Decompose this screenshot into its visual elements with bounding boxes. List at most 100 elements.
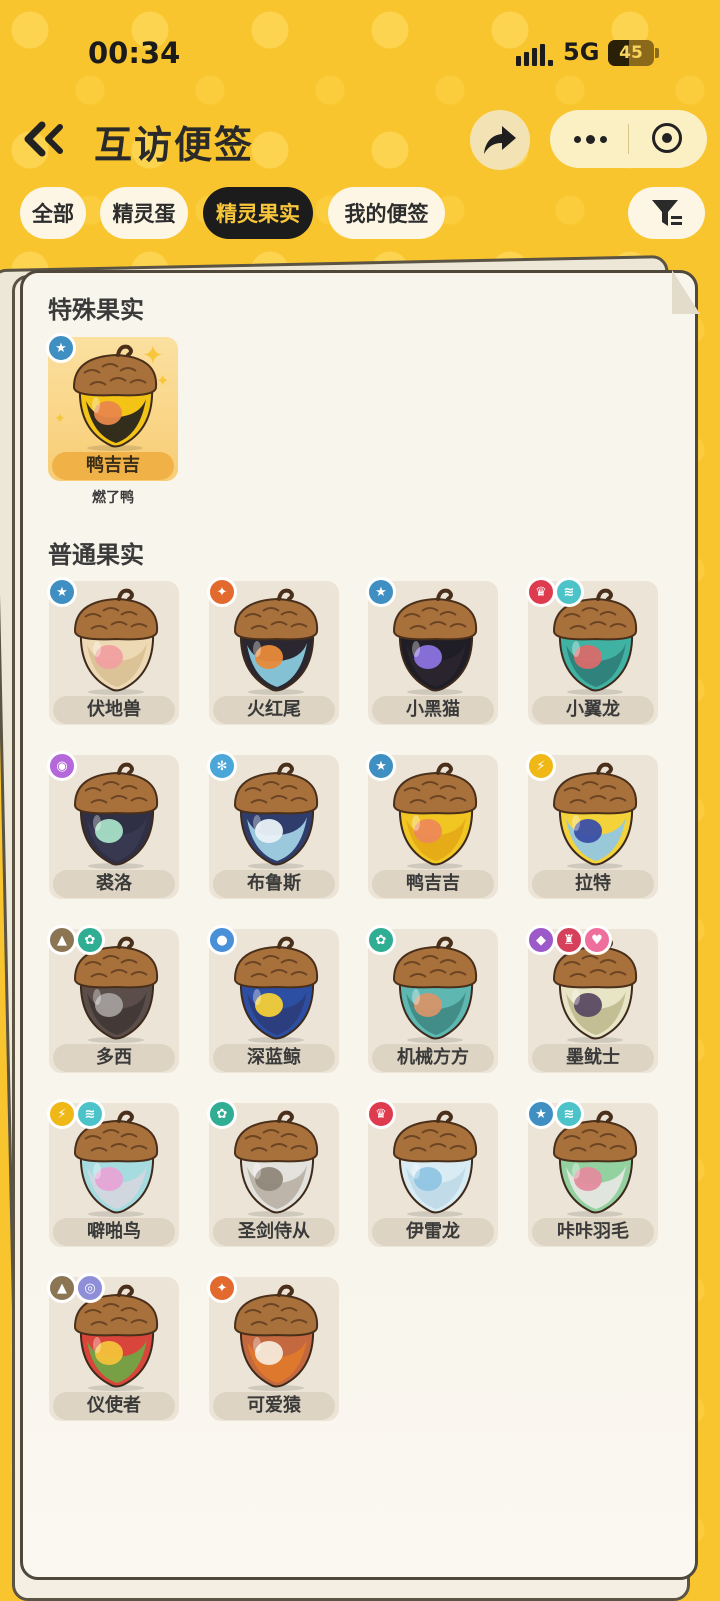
fruit-name: 圣剑侍从 xyxy=(213,1218,335,1246)
fruit-name: 鸭吉吉 xyxy=(52,452,174,480)
special-fruit-heading: 特殊果实 xyxy=(48,296,144,324)
filter-button[interactable] xyxy=(628,187,705,239)
signal-icon xyxy=(516,44,553,66)
type-badges: ◆ ♜ ♥ xyxy=(526,925,612,955)
demon-icon: ♜ xyxy=(554,925,584,955)
fruit-name: 墨鱿士 xyxy=(532,1044,654,1072)
type-badges: ● xyxy=(207,925,237,955)
type-badges: ★ xyxy=(366,751,396,781)
fruit-name: 鸭吉吉 xyxy=(372,870,494,898)
double-chevron-left-icon xyxy=(24,121,63,157)
tab-spirit-fruit[interactable]: 精灵果实 xyxy=(203,187,313,239)
miniprogram-capsule xyxy=(550,110,707,168)
fruit-card[interactable]: ✦ ✦ ✦ ★ 鸭吉吉 xyxy=(46,333,178,481)
dot-icon xyxy=(585,134,595,144)
type-badges: ▲ ✿ xyxy=(47,925,105,955)
gear-leaf-icon: ✿ xyxy=(75,925,105,955)
fruit-name: 机械方方 xyxy=(372,1044,494,1072)
share-button[interactable] xyxy=(470,110,530,170)
fruit-name: 小黑猫 xyxy=(372,696,494,724)
acorn-fruit-icon xyxy=(233,762,319,869)
flame-icon: ✦ xyxy=(207,577,237,607)
back-button[interactable] xyxy=(20,115,68,163)
close-miniprogram-button[interactable] xyxy=(652,123,682,153)
acorn-fruit-icon xyxy=(392,762,478,869)
gear-leaf-icon: ✿ xyxy=(207,1099,237,1129)
fruit-card[interactable]: ★ 鸭吉吉 xyxy=(366,751,498,899)
tab-my-notes[interactable]: 我的便签 xyxy=(328,187,445,239)
fruit-card[interactable]: ★ 小黑猫 xyxy=(366,577,498,725)
fruit-card[interactable]: ⚡ 拉特 xyxy=(526,751,658,899)
type-badges: ✻ xyxy=(207,751,237,781)
star-icon: ★ xyxy=(366,577,396,607)
tab-spirit-egg[interactable]: 精灵蛋 xyxy=(100,187,188,239)
type-badges: ⚡ xyxy=(526,751,556,781)
acorn-fruit-icon xyxy=(73,762,159,869)
star-icon: ★ xyxy=(47,577,77,607)
lightning-icon: ⚡ xyxy=(526,751,556,781)
fruit-card[interactable]: ◆ ♜ ♥ 墨鱿士 xyxy=(526,925,658,1073)
type-badges: ✿ xyxy=(366,925,396,955)
type-badges: ★ xyxy=(46,333,76,363)
fruit-name: 可爱猿 xyxy=(213,1392,335,1420)
type-badges: ★ ≋ xyxy=(526,1099,584,1129)
fruit-card[interactable]: ✦ 可爱猿 xyxy=(207,1273,339,1421)
wing-icon: ≋ xyxy=(554,577,584,607)
star-icon: ★ xyxy=(526,1099,556,1129)
acorn-fruit-icon xyxy=(392,1110,478,1217)
type-badges: ★ xyxy=(366,577,396,607)
dragon-icon: ♛ xyxy=(526,577,556,607)
more-options-button[interactable] xyxy=(568,124,612,154)
acorn-fruit-icon xyxy=(233,1110,319,1217)
battery-tip xyxy=(655,48,659,58)
fruit-name: 拉特 xyxy=(532,870,654,898)
fruit-name: 裘洛 xyxy=(53,870,175,898)
wing-icon: ≋ xyxy=(75,1099,105,1129)
share-arrow-icon xyxy=(484,126,516,154)
droplet-icon: ● xyxy=(207,925,237,955)
fruit-name: 深蓝鲸 xyxy=(213,1044,335,1072)
mountain-icon: ▲ xyxy=(47,925,77,955)
fruit-name: 伊雷龙 xyxy=(372,1218,494,1246)
fruit-name: 小翼龙 xyxy=(532,696,654,724)
fruit-card[interactable]: ▲ ◎ 仪使者 xyxy=(47,1273,179,1421)
page-title: 互访便签 xyxy=(94,123,255,167)
normal-fruit-heading: 普通果实 xyxy=(48,541,144,569)
fruit-name: 火红尾 xyxy=(213,696,335,724)
fruit-card[interactable]: ★ ≋ 咔咔羽毛 xyxy=(526,1099,658,1247)
lightning-icon: ⚡ xyxy=(47,1099,77,1129)
star-icon: ★ xyxy=(46,333,76,363)
ghost-icon: ◆ xyxy=(526,925,556,955)
fruit-card[interactable]: ⚡ ≋ 噼啪鸟 xyxy=(47,1099,179,1247)
fruit-name: 伏地兽 xyxy=(53,696,175,724)
acorn-fruit-icon xyxy=(72,344,158,451)
acorn-fruit-icon xyxy=(233,588,319,695)
star-icon: ★ xyxy=(366,751,396,781)
fruit-card[interactable]: ★ 伏地兽 xyxy=(47,577,179,725)
dragon-icon: ♛ xyxy=(366,1099,396,1129)
spiral-icon: ◎ xyxy=(75,1273,105,1303)
type-badges: ◉ xyxy=(47,751,77,781)
type-badges: ⚡ ≋ xyxy=(47,1099,105,1129)
acorn-fruit-icon xyxy=(233,1284,319,1391)
type-badges: ✿ xyxy=(207,1099,237,1129)
fruit-card[interactable]: ● 深蓝鲸 xyxy=(207,925,339,1073)
gear-leaf-icon: ✿ xyxy=(366,925,396,955)
fruit-card[interactable]: ✿ 机械方方 xyxy=(366,925,498,1073)
fruit-card[interactable]: ✦ 火红尾 xyxy=(207,577,339,725)
dot-icon xyxy=(573,135,581,143)
fruit-name: 仪使者 xyxy=(53,1392,175,1420)
acorn-fruit-icon xyxy=(392,588,478,695)
tab-all[interactable]: 全部 xyxy=(20,187,86,239)
fruit-subtitle: 燃了鸭 xyxy=(92,490,134,506)
battery-level: 45 xyxy=(619,43,643,63)
fruit-card[interactable]: ♛ ≋ 小翼龙 xyxy=(526,577,658,725)
acorn-fruit-icon xyxy=(233,936,319,1043)
fruit-card[interactable]: ✻ 布鲁斯 xyxy=(207,751,339,899)
fruit-card[interactable]: ▲ ✿ 多西 xyxy=(47,925,179,1073)
fruit-card[interactable]: ♛ 伊雷龙 xyxy=(366,1099,498,1247)
fruit-card[interactable]: ✿ 圣剑侍从 xyxy=(207,1099,339,1247)
acorn-fruit-icon xyxy=(392,936,478,1043)
filter-icon xyxy=(651,200,682,226)
fruit-card[interactable]: ◉ 裘洛 xyxy=(47,751,179,899)
